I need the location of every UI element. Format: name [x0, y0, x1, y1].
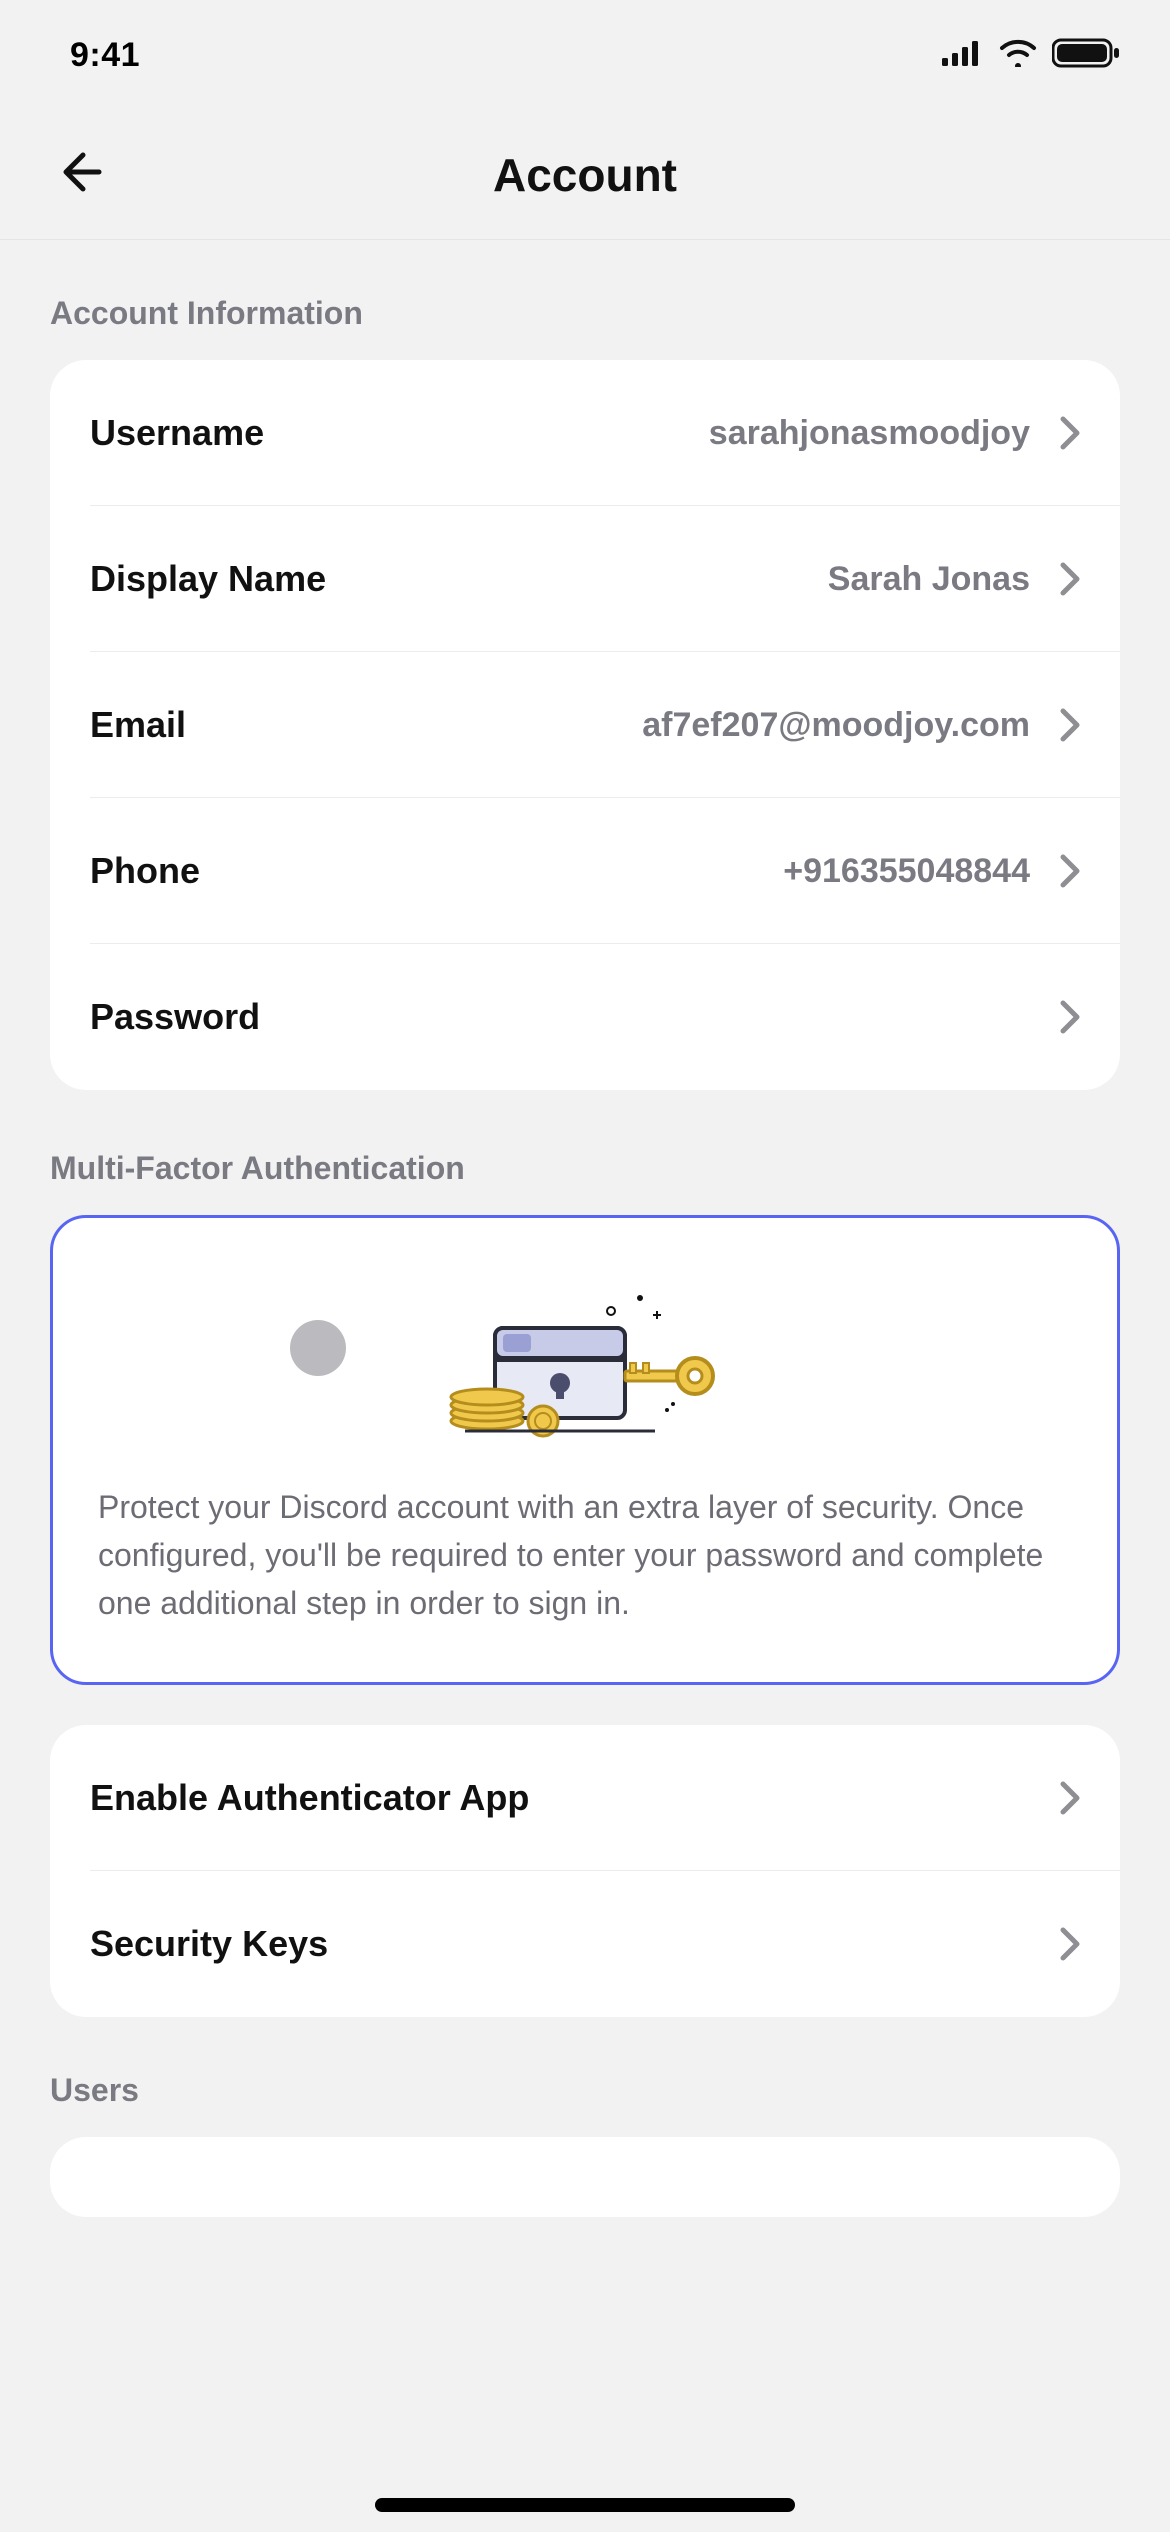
row-label-security-keys: Security Keys [90, 1923, 328, 1965]
row-display-name[interactable]: Display Name Sarah Jonas [50, 506, 1120, 652]
chevron-right-icon [1060, 562, 1080, 596]
row-email[interactable]: Email af7ef207@moodjoy.com [50, 652, 1120, 798]
back-button[interactable] [50, 145, 110, 205]
vault-key-icon [395, 1273, 775, 1443]
chevron-right-icon [1060, 854, 1080, 888]
section-header-users: Users [50, 2072, 1120, 2109]
status-bar: 9:41 [0, 0, 1170, 110]
status-indicators [942, 38, 1120, 73]
section-header-mfa: Multi-Factor Authentication [50, 1150, 1120, 1187]
mfa-actions-card: Enable Authenticator App Security Keys [50, 1725, 1120, 2017]
page-title: Account [493, 148, 677, 202]
page-header: Account [0, 110, 1170, 240]
row-password[interactable]: Password [50, 944, 1120, 1090]
row-username[interactable]: Username sarahjonasmoodjoy [50, 360, 1120, 506]
mfa-info-text: Protect your Discord account with an ext… [98, 1483, 1072, 1627]
home-indicator [375, 2498, 795, 2512]
battery-icon [1052, 38, 1120, 73]
status-time: 9:41 [70, 36, 140, 75]
touch-indicator [290, 1320, 346, 1376]
row-label-display-name: Display Name [90, 558, 326, 600]
row-label-phone: Phone [90, 850, 200, 892]
row-enable-authenticator[interactable]: Enable Authenticator App [50, 1725, 1120, 1871]
mfa-illustration [395, 1273, 775, 1448]
row-value-phone: +916355048844 [783, 852, 1030, 891]
users-card [50, 2137, 1120, 2217]
chevron-right-icon [1060, 1781, 1080, 1815]
row-value-username: sarahjonasmoodjoy [709, 414, 1030, 453]
row-label-email: Email [90, 704, 186, 746]
account-info-card: Username sarahjonasmoodjoy Display Name … [50, 360, 1120, 1090]
arrow-left-icon [55, 147, 105, 202]
mfa-info-card: Protect your Discord account with an ext… [50, 1215, 1120, 1685]
chevron-right-icon [1060, 708, 1080, 742]
row-value-display-name: Sarah Jonas [828, 560, 1030, 599]
row-label-authenticator: Enable Authenticator App [90, 1777, 529, 1819]
row-phone[interactable]: Phone +916355048844 [50, 798, 1120, 944]
row-value-email: af7ef207@moodjoy.com [642, 706, 1030, 745]
row-security-keys[interactable]: Security Keys [50, 1871, 1120, 2017]
chevron-right-icon [1060, 1000, 1080, 1034]
row-label-username: Username [90, 412, 264, 454]
cellular-icon [942, 40, 984, 71]
wifi-icon [998, 39, 1038, 72]
chevron-right-icon [1060, 1927, 1080, 1961]
section-header-account-info: Account Information [50, 295, 1120, 332]
chevron-right-icon [1060, 416, 1080, 450]
row-label-password: Password [90, 996, 260, 1038]
